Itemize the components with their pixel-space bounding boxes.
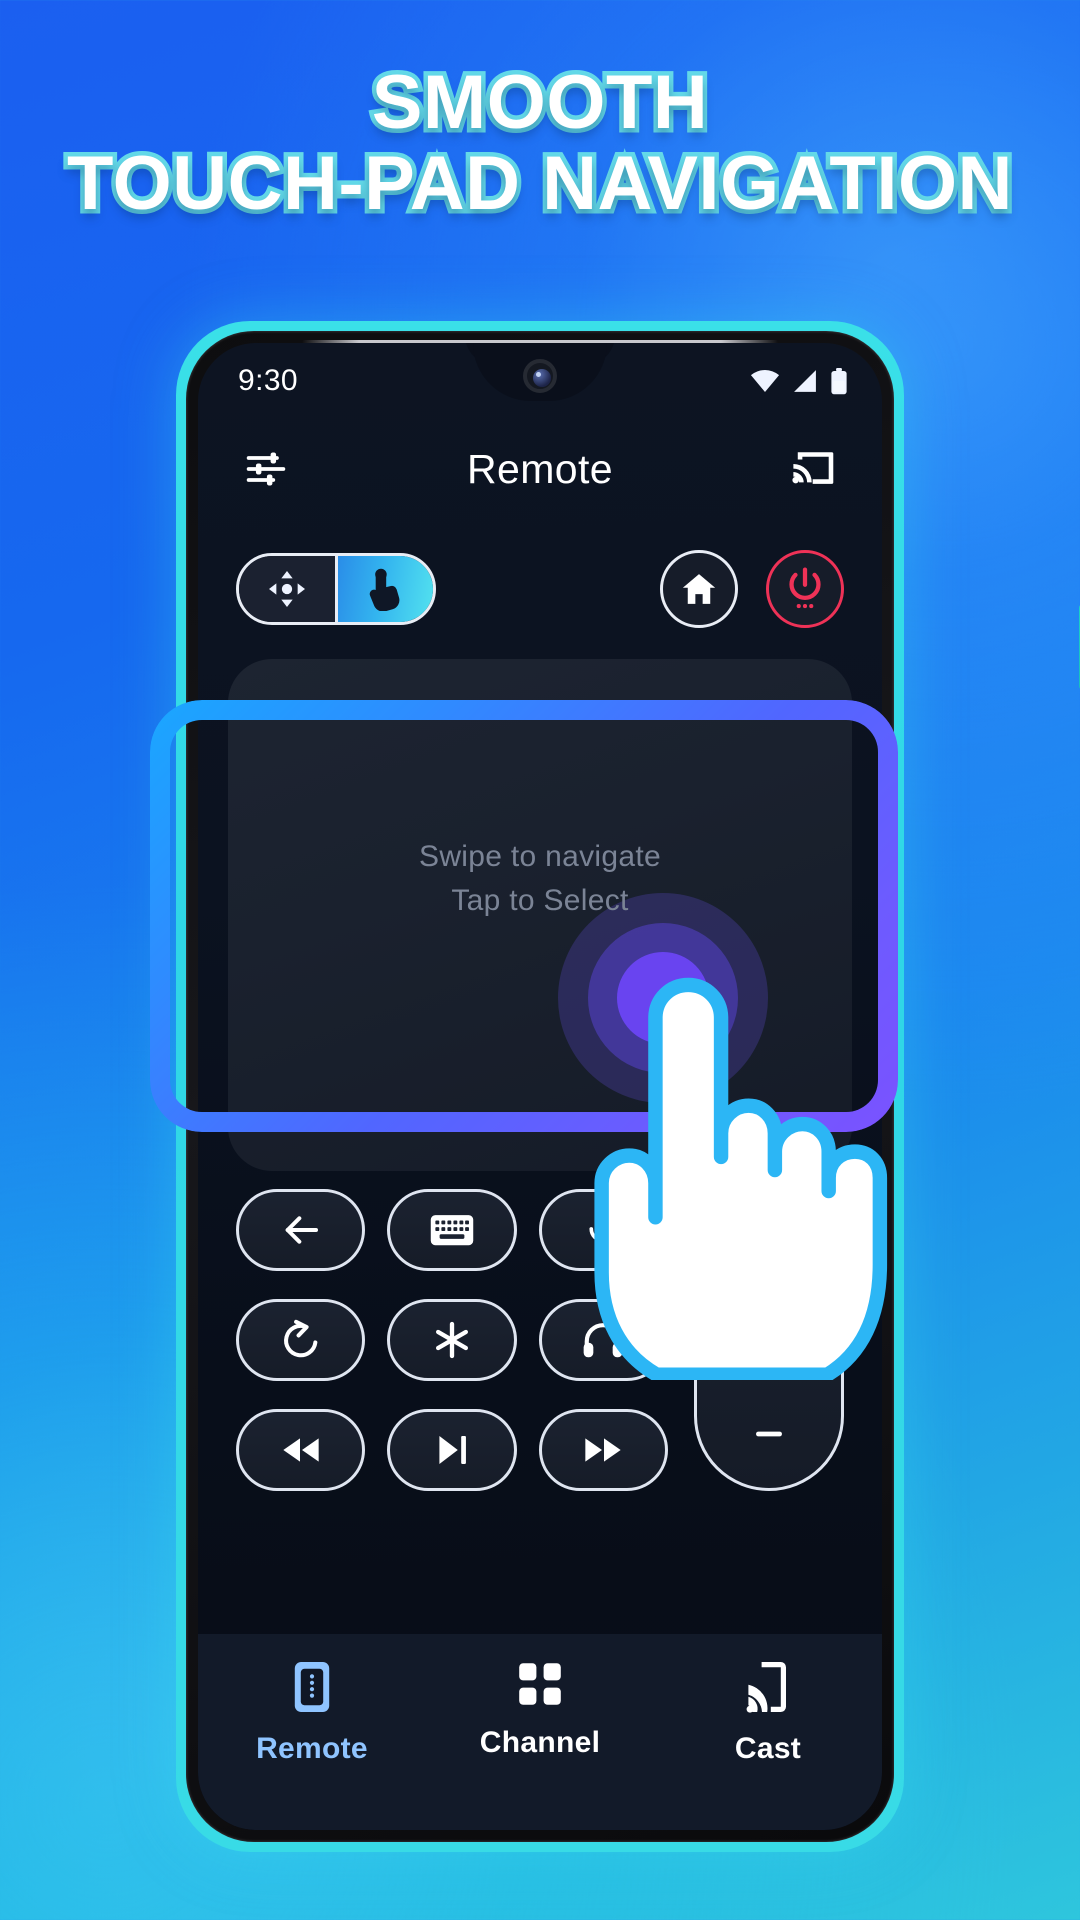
- volume-up-button[interactable]: [749, 1216, 789, 1256]
- home-button[interactable]: [660, 550, 738, 628]
- nav-item-remote[interactable]: Remote: [222, 1660, 402, 1766]
- dpad-icon: [268, 571, 305, 607]
- touchpad-hint-line-1: Swipe to navigate: [419, 840, 661, 873]
- power-button[interactable]: [766, 550, 844, 628]
- remote-device-icon: [294, 1662, 330, 1712]
- play-pause-button[interactable]: [387, 1409, 517, 1491]
- headline-line-1: SMOOTH: [367, 57, 712, 148]
- rewind-icon: [282, 1438, 319, 1462]
- nav-label-remote: Remote: [256, 1732, 368, 1765]
- wifi-icon: [750, 370, 780, 392]
- nav-item-cast[interactable]: Cast: [678, 1660, 858, 1766]
- status-bar: 9:30: [198, 343, 882, 419]
- grid-apps-icon: [519, 1663, 561, 1705]
- cast-button[interactable]: [784, 439, 844, 499]
- remote-keys-area: Vol: [198, 1171, 882, 1491]
- mode-touch-option[interactable]: [337, 556, 433, 622]
- status-time: 9:30: [238, 364, 298, 397]
- rotate-button[interactable]: [236, 1299, 366, 1381]
- headphones-icon: [583, 1323, 623, 1358]
- power-icon: [789, 567, 821, 609]
- headphones-button[interactable]: [538, 1299, 668, 1381]
- arrow-left-icon: [285, 1216, 318, 1244]
- promo-headline: SMOOTH TOUCH-PAD NAVIGATION: [0, 57, 1080, 229]
- cast-device-icon: [746, 1662, 786, 1713]
- touchpad-surface[interactable]: Swipe to navigate Tap to Select: [228, 659, 852, 1171]
- quick-actions: [660, 550, 844, 628]
- rewind-button[interactable]: [236, 1409, 366, 1491]
- nav-item-channel[interactable]: Channel: [450, 1660, 630, 1760]
- play-pause-icon: [439, 1436, 466, 1464]
- navigation-mode-toggle[interactable]: [236, 553, 436, 625]
- cast-icon: [792, 452, 834, 484]
- touchpad-hint: Swipe to navigate Tap to Select: [228, 835, 852, 922]
- nav-label-channel: Channel: [479, 1726, 601, 1759]
- microphone-icon: [589, 1209, 617, 1252]
- touchpad-hint-line-2: Tap to Select: [451, 883, 629, 917]
- keyboard-button[interactable]: [387, 1189, 517, 1271]
- asterisk-button[interactable]: [387, 1299, 517, 1381]
- asterisk-icon: [435, 1321, 468, 1359]
- headline-line-2: TOUCH-PAD NAVIGATION: [63, 138, 1017, 229]
- voice-button[interactable]: [538, 1189, 668, 1271]
- page-title: Remote: [467, 445, 613, 492]
- tune-sliders-icon: [246, 452, 286, 486]
- home-icon: [682, 574, 716, 604]
- tap-ripple-inner: [617, 952, 709, 1044]
- touchpad-section: Swipe to navigate Tap to Select: [198, 659, 882, 1171]
- volume-label: Vol: [746, 1313, 792, 1350]
- volume-control[interactable]: Vol: [694, 1189, 844, 1491]
- minus-icon: [756, 1431, 782, 1437]
- back-button[interactable]: [236, 1189, 366, 1271]
- mode-row: [198, 519, 882, 659]
- plus-icon: [756, 1223, 782, 1249]
- phone-screen: 9:30 Remote Swipe to navigate Tap to Sel…: [198, 343, 882, 1830]
- volume-down-button[interactable]: [749, 1414, 789, 1454]
- touch-gesture-icon: [369, 568, 400, 611]
- rotate-ccw-icon: [283, 1319, 318, 1358]
- remote-keys-grid: [236, 1189, 668, 1491]
- status-icons: [750, 367, 848, 395]
- phone-frame: 9:30 Remote Swipe to navigate Tap to Sel…: [186, 331, 894, 1842]
- fast-forward-button[interactable]: [538, 1409, 668, 1491]
- fast-forward-icon: [585, 1438, 621, 1462]
- settings-tune-button[interactable]: [236, 439, 296, 499]
- keyboard-icon: [430, 1215, 474, 1246]
- bottom-navigation: Remote Channel Cast: [198, 1634, 882, 1830]
- mode-dpad-option[interactable]: [239, 556, 338, 622]
- app-bar: Remote: [198, 419, 882, 519]
- nav-label-cast: Cast: [734, 1732, 802, 1765]
- battery-icon: [831, 367, 847, 394]
- signal-icon: [794, 370, 816, 392]
